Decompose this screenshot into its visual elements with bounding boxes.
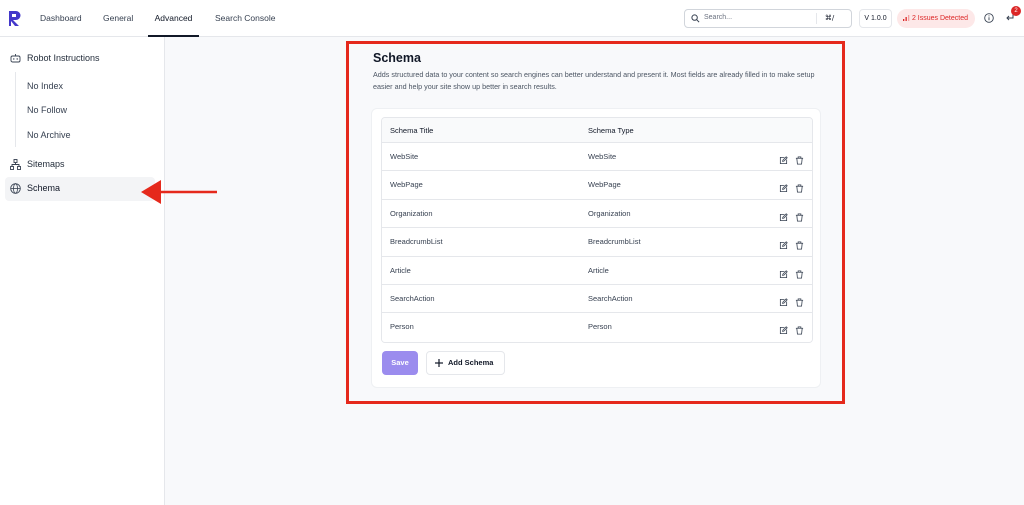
schema-type-cell: Person [588, 322, 612, 332]
sidebar-robot-label: Robot Instructions [27, 53, 100, 63]
app-logo[interactable] [8, 10, 22, 27]
schema-title-cell: WebPage [390, 180, 423, 190]
trash-icon[interactable] [795, 266, 804, 284]
sidebar-item-schema[interactable]: Schema [5, 177, 155, 201]
search-shortcut: ⌘/ [816, 13, 842, 24]
column-header-title: Schema Title [390, 126, 434, 135]
table-header: Schema Title Schema Type [382, 118, 812, 143]
info-icon[interactable] [984, 13, 994, 23]
annotation-arrow-icon [141, 180, 217, 204]
notification-count-badge: 2 [1011, 6, 1021, 16]
tab-general[interactable]: General [103, 0, 133, 37]
trash-icon[interactable] [795, 180, 804, 198]
column-header-type: Schema Type [588, 126, 634, 135]
top-navbar: Dashboard General Advanced Search Consol… [0, 0, 1024, 37]
sidebar-guide-line [15, 72, 16, 147]
edit-icon[interactable] [779, 152, 788, 170]
schema-title-cell: SearchAction [390, 293, 435, 303]
schema-title-cell: Person [390, 322, 414, 332]
add-schema-button[interactable]: Add Schema [426, 351, 505, 375]
trash-icon[interactable] [795, 322, 804, 340]
sidebar: Robot Instructions No Index No Follow No… [0, 37, 165, 505]
schema-title-cell: BreadcrumbList [390, 237, 443, 247]
schema-title-cell: WebSite [390, 152, 419, 161]
robot-icon [10, 54, 21, 63]
search-icon [691, 14, 700, 23]
issues-label: 2 Issues Detected [911, 15, 968, 22]
schema-type-cell: Article [588, 265, 609, 275]
page-title: Schema [373, 51, 421, 65]
trash-icon[interactable] [795, 152, 804, 170]
tab-search-console[interactable]: Search Console [215, 0, 275, 37]
table-row: SearchAction SearchAction [382, 284, 812, 314]
sidebar-item-no-index[interactable]: No Index [27, 81, 63, 91]
table-row: BreadcrumbList BreadcrumbList [382, 228, 812, 257]
trash-icon[interactable] [795, 209, 804, 227]
edit-icon[interactable] [779, 209, 788, 227]
table-row: Article Article [382, 256, 812, 285]
schema-title-cell: Article [390, 265, 411, 275]
issues-badge[interactable]: 2 Issues Detected [897, 9, 975, 28]
edit-icon[interactable] [779, 294, 788, 312]
schema-title-cell: Organization [390, 208, 433, 218]
table-row: Organization Organization [382, 199, 812, 229]
search-placeholder: Search... [704, 14, 733, 21]
edit-icon[interactable] [779, 180, 788, 198]
add-schema-label: Add Schema [448, 358, 494, 367]
schema-type-cell: WebPage [588, 180, 621, 190]
table-row: WebPage WebPage [382, 171, 812, 200]
edit-icon[interactable] [779, 266, 788, 284]
schema-type-cell: Organization [588, 208, 631, 218]
sidebar-item-sitemaps[interactable]: Sitemaps [0, 159, 165, 173]
sidebar-item-no-archive[interactable]: No Archive [27, 130, 71, 140]
page-description: Adds structured data to your content so … [373, 70, 815, 91]
search-input[interactable]: Search... ⌘/ [684, 9, 852, 28]
table-row: Person Person [382, 313, 812, 342]
signal-bars-icon [903, 14, 910, 21]
sidebar-schema-label: Schema [27, 183, 61, 193]
sidebar-item-robot-instructions[interactable]: Robot Instructions [0, 53, 165, 67]
plus-icon [435, 359, 443, 367]
schema-table: Schema Title Schema Type WebSite WebSite W… [381, 117, 813, 343]
sidebar-sitemaps-label: Sitemaps [27, 159, 65, 169]
trash-icon[interactable] [795, 237, 804, 255]
table-row: WebSite WebSite [382, 143, 812, 172]
schema-type-cell: BreadcrumbList [588, 237, 641, 247]
sitemap-icon [10, 159, 21, 170]
edit-icon[interactable] [779, 237, 788, 255]
edit-icon[interactable] [779, 322, 788, 340]
version-badge: V 1.0.0 [859, 9, 892, 28]
schema-type-cell: SearchAction [588, 293, 633, 303]
sidebar-item-no-follow[interactable]: No Follow [27, 105, 67, 115]
tab-advanced[interactable]: Advanced [148, 0, 199, 37]
save-button[interactable]: Save [382, 351, 418, 375]
globe-icon [10, 183, 21, 194]
schema-type-cell: WebSite [588, 152, 617, 161]
tab-dashboard[interactable]: Dashboard [40, 0, 82, 37]
trash-icon[interactable] [795, 294, 804, 312]
